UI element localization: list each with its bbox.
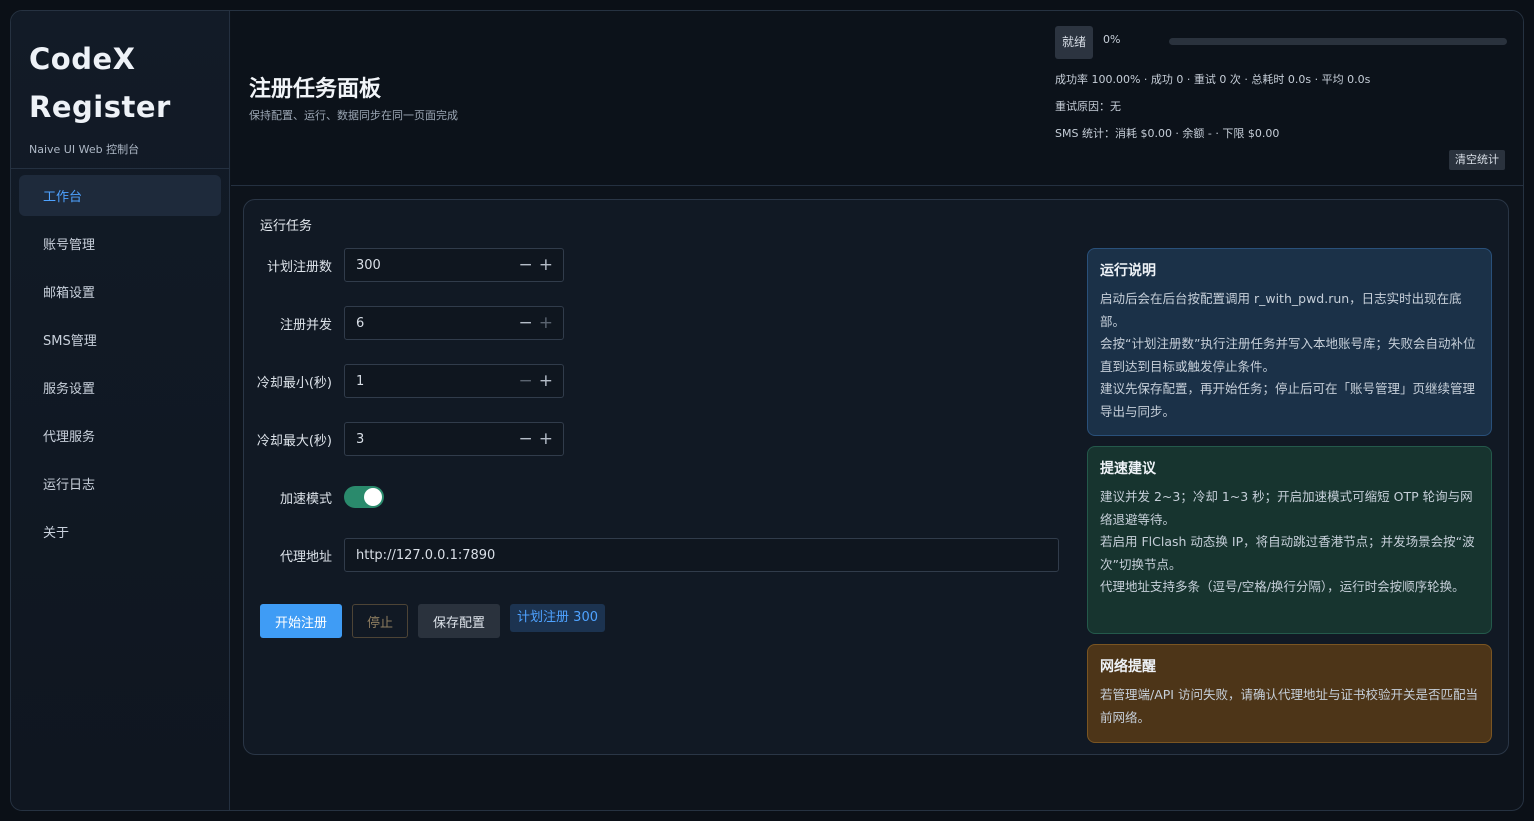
main-area: 注册任务面板 保持配置、运行、数据同步在同一页面完成 就绪 0% 成功率 100… — [231, 11, 1523, 810]
run-notes-text-3: 建议先保存配置，再开始任务；停止后可在「账号管理」页继续管理导出与同步。 — [1100, 381, 1476, 419]
page-header: 注册任务面板 保持配置、运行、数据同步在同一页面完成 就绪 0% 成功率 100… — [231, 11, 1523, 186]
save-config-button[interactable]: 保存配置 — [418, 604, 501, 638]
app-window: CodeX Register Naive UI Web 控制台 工作台 账号管理… — [10, 10, 1524, 811]
plus-icon[interactable]: + — [539, 371, 553, 391]
form-row-cooldown-min: 冷却最小(秒) 1 − + — [244, 364, 564, 398]
proxy-label: 代理地址 — [279, 549, 332, 565]
form-row-proxy: 代理地址 http://127.0.0.1:7890 — [244, 538, 1059, 572]
sidebar-item-workbench[interactable]: 工作台 — [19, 175, 221, 216]
plan-count-value: 300 — [356, 257, 381, 273]
clear-stats-button[interactable]: 清空统计 — [1449, 150, 1505, 170]
run-notes-title: 运行说明 — [1100, 263, 1156, 279]
proxy-input[interactable]: http://127.0.0.1:7890 — [344, 538, 1059, 572]
brand-subtitle: Naive UI Web 控制台 — [29, 143, 140, 156]
sidebar-item-email[interactable]: 邮箱设置 — [19, 271, 221, 312]
start-button[interactable]: 开始注册 — [260, 604, 343, 638]
progress-percent: 0% — [1103, 32, 1121, 46]
stats-summary: 成功率 100.00% · 成功 0 · 重试 0 次 · 总耗时 0.0s ·… — [1055, 73, 1371, 86]
stop-button[interactable]: 停止 — [352, 604, 409, 638]
plus-icon[interactable]: + — [539, 313, 553, 333]
plan-count-tag: 计划注册 300 — [510, 604, 605, 632]
speed-tips-title: 提速建议 — [1100, 461, 1156, 477]
cooldown-min-value: 1 — [356, 373, 365, 389]
cooldown-max-input[interactable]: 3 − + — [344, 422, 564, 456]
sidebar-item-about[interactable]: 关于 — [19, 511, 221, 552]
toggle-knob — [364, 488, 382, 506]
task-card-title: 运行任务 — [260, 219, 313, 234]
plan-count-label: 计划注册数 — [266, 259, 332, 275]
cooldown-min-label: 冷却最小(秒) — [256, 375, 332, 391]
plus-icon[interactable]: + — [539, 255, 553, 275]
speed-tips-text-2: 若启用 FlClash 动态换 IP，将自动跳过香港节点；并发场景会按“波次”切… — [1100, 534, 1475, 572]
form-row-plan-count: 计划注册数 300 − + — [244, 248, 564, 282]
sidebar-nav: 工作台 账号管理 邮箱设置 SMS管理 服务设置 代理服务 运行日志 关于 — [11, 169, 229, 552]
form-row-concurrency: 注册并发 6 − + — [244, 306, 564, 340]
retry-reason: 重试原因：无 — [1055, 100, 1121, 113]
network-warning-text: 若管理端/API 访问失败，请确认代理地址与证书校验开关是否匹配当前网络。 — [1100, 687, 1478, 725]
progress-bar — [1169, 37, 1507, 45]
brand: CodeX Register Naive UI Web 控制台 — [11, 11, 229, 169]
sidebar: CodeX Register Naive UI Web 控制台 工作台 账号管理… — [11, 11, 230, 810]
form-row-accel: 加速模式 — [244, 480, 384, 514]
brand-title-line2: Register — [29, 90, 171, 124]
cooldown-max-label: 冷却最大(秒) — [256, 433, 332, 449]
speed-tips-text-3: 代理地址支持多条（逗号/空格/换行分隔），运行时会按顺序轮换。 — [1100, 579, 1465, 594]
page-subtitle: 保持配置、运行、数据同步在同一页面完成 — [249, 109, 458, 122]
network-warning-title: 网络提醒 — [1100, 659, 1156, 675]
sidebar-item-accounts[interactable]: 账号管理 — [19, 223, 221, 264]
network-warning-panel: 网络提醒 若管理端/API 访问失败，请确认代理地址与证书校验开关是否匹配当前网… — [1087, 644, 1492, 743]
sidebar-item-proxy[interactable]: 代理服务 — [19, 415, 221, 456]
run-notes-panel: 运行说明 启动后会在后台按配置调用 r_with_pwd.run，日志实时出现在… — [1087, 248, 1492, 436]
accel-label: 加速模式 — [279, 491, 332, 507]
sidebar-item-sms[interactable]: SMS管理 — [19, 319, 221, 360]
minus-icon[interactable]: − — [519, 255, 533, 275]
sidebar-item-logs[interactable]: 运行日志 — [19, 463, 221, 504]
form-row-cooldown-max: 冷却最大(秒) 3 − + — [244, 422, 564, 456]
task-card: 运行任务 计划注册数 300 − + 注册并发 6 − + 冷却最小(秒) 1 … — [243, 199, 1509, 755]
cooldown-min-input[interactable]: 1 − + — [344, 364, 564, 398]
minus-icon[interactable]: − — [519, 313, 533, 333]
plan-count-input[interactable]: 300 − + — [344, 248, 564, 282]
speed-tips-panel: 提速建议 建议并发 2~3；冷却 1~3 秒；开启加速模式可缩短 OTP 轮询与… — [1087, 446, 1492, 634]
sms-stats: SMS 统计：消耗 $0.00 · 余额 - · 下限 $0.00 — [1055, 127, 1280, 140]
accel-mode-toggle[interactable] — [344, 486, 384, 508]
plus-icon[interactable]: + — [539, 429, 553, 449]
minus-icon[interactable]: − — [519, 429, 533, 449]
run-notes-text-1: 启动后会在后台按配置调用 r_with_pwd.run，日志实时出现在底部。 — [1100, 291, 1462, 329]
concurrency-input[interactable]: 6 − + — [344, 306, 564, 340]
page-title: 注册任务面板 — [249, 77, 382, 102]
speed-tips-text-1: 建议并发 2~3；冷却 1~3 秒；开启加速模式可缩短 OTP 轮询与网络退避等… — [1100, 489, 1473, 527]
cooldown-max-value: 3 — [356, 431, 365, 447]
status-badge: 就绪 — [1055, 25, 1094, 59]
brand-title-line1: CodeX — [29, 42, 136, 76]
concurrency-value: 6 — [356, 315, 365, 331]
run-notes-text-2: 会按“计划注册数”执行注册任务并写入本地账号库；失败会自动补位直到达到目标或触发… — [1100, 336, 1476, 374]
minus-icon[interactable]: − — [519, 371, 533, 391]
status-panel: 就绪 0% 成功率 100.00% · 成功 0 · 重试 0 次 · 总耗时 … — [1055, 25, 1507, 140]
action-buttons: 开始注册 停止 保存配置 计划注册 300 — [260, 604, 605, 638]
sidebar-item-service[interactable]: 服务设置 — [19, 367, 221, 408]
concurrency-label: 注册并发 — [279, 317, 332, 333]
